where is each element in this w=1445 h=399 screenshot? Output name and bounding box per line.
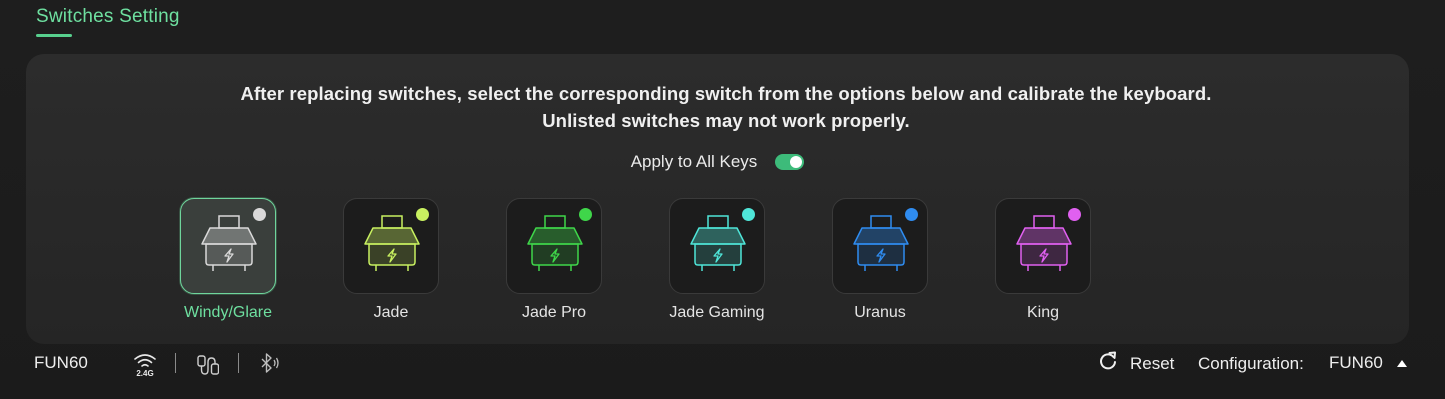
configuration-value: FUN60 <box>1329 353 1383 372</box>
keyboard-switch-icon <box>198 213 260 282</box>
keyboard-switch-icon <box>361 213 423 282</box>
switch-name: Jade <box>373 304 409 321</box>
keyboard-switch-icon <box>850 213 912 282</box>
switch-color-dot <box>1068 208 1081 221</box>
switch-name: King <box>1026 304 1060 321</box>
switches-panel: After replacing switches, select the cor… <box>26 54 1409 344</box>
switch-card[interactable] <box>995 198 1091 294</box>
footer-divider <box>175 353 176 373</box>
switch-card[interactable] <box>343 198 439 294</box>
switch-color-dot <box>742 208 755 221</box>
reset-button[interactable]: Reset <box>1098 350 1174 377</box>
instruction-text: After replacing switches, select the cor… <box>240 83 1212 131</box>
switch-name: Jade Pro <box>521 304 587 321</box>
switch-card[interactable] <box>506 198 602 294</box>
switch-color-dot <box>579 208 592 221</box>
section-title-underline <box>36 34 72 37</box>
switch-option[interactable]: Jade Gaming <box>669 198 765 328</box>
toggle-knob <box>790 156 803 168</box>
switch-option[interactable]: Uranus <box>832 198 928 328</box>
keyboard-switch-icon <box>524 213 586 282</box>
wireless-2.4g-icon[interactable]: 2.4G <box>132 350 158 383</box>
caret-up-icon <box>1396 359 1407 367</box>
reset-icon <box>1098 350 1118 377</box>
switch-option[interactable]: King <box>995 198 1091 328</box>
switch-card[interactable] <box>180 198 276 294</box>
switch-color-dot <box>253 208 266 221</box>
reset-label: Reset <box>1130 353 1175 373</box>
usb-cable-icon[interactable] <box>195 350 220 383</box>
device-name: FUN60 <box>34 353 88 372</box>
configuration-label: Configuration: <box>1198 354 1304 373</box>
switch-option[interactable]: Jade <box>343 198 439 328</box>
bluetooth-icon[interactable] <box>257 350 281 383</box>
switch-option[interactable]: Jade Pro <box>506 198 602 328</box>
switch-color-dot <box>416 208 429 221</box>
switch-color-dot <box>905 208 918 221</box>
switch-card[interactable] <box>669 198 765 294</box>
footer-bar: FUN60 2.4G Reset Configuration: FUN60 <box>0 344 1445 384</box>
section-title: Switches Setting <box>36 6 180 27</box>
switch-card[interactable] <box>832 198 928 294</box>
apply-all-row: Apply to All Keys <box>26 152 1409 172</box>
wireless-label: 2.4G <box>136 369 153 378</box>
keyboard-switch-icon <box>687 213 749 282</box>
apply-all-label: Apply to All Keys <box>630 152 758 171</box>
switches-setting-page: Switches Setting After replacing switche… <box>0 0 1445 399</box>
footer-divider <box>238 353 239 373</box>
configuration-select[interactable]: FUN60 <box>1329 353 1407 373</box>
switch-name: Jade Gaming <box>669 304 765 321</box>
apply-all-toggle[interactable] <box>775 154 805 170</box>
switch-option[interactable]: Windy/Glare <box>180 198 276 328</box>
keyboard-switch-icon <box>1013 213 1075 282</box>
switch-name: Windy/Glare <box>183 304 273 321</box>
switch-name: Uranus <box>854 304 906 321</box>
